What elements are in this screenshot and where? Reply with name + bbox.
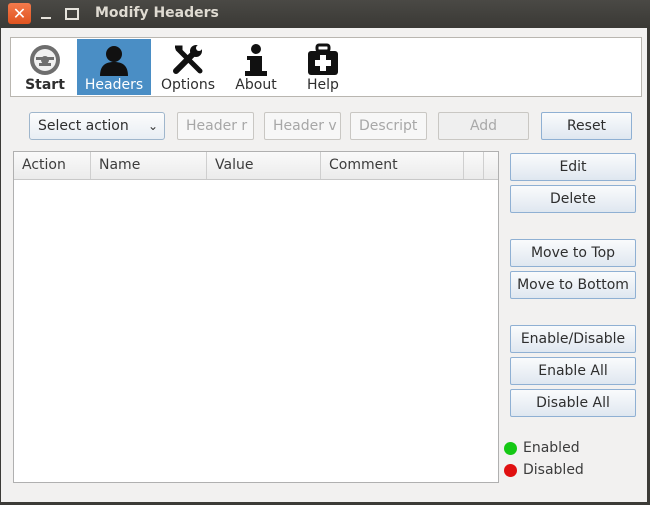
legend-disabled-label: Disabled	[523, 462, 584, 478]
tab-options-label: Options	[160, 77, 216, 93]
enabled-status-icon	[504, 442, 517, 455]
tab-start-label: Start	[25, 77, 65, 93]
table-header: Action Name Value Comment	[14, 152, 498, 180]
main-window: Start Headers Options About Help Select …	[1, 28, 649, 502]
action-select-value: Select action	[38, 118, 129, 134]
first-aid-kit-icon	[308, 43, 338, 75]
delete-button[interactable]: Delete	[510, 185, 636, 213]
add-button[interactable]: Add	[438, 112, 529, 140]
edit-button[interactable]: Edit	[510, 153, 636, 181]
toolbar: Start Headers Options About Help	[10, 37, 642, 97]
tab-about[interactable]: About	[225, 39, 287, 95]
move-to-top-button[interactable]: Move to Top	[510, 239, 636, 267]
close-window-button[interactable]: ✕	[8, 3, 31, 24]
tab-options[interactable]: Options	[155, 39, 221, 95]
tab-about-label: About	[235, 77, 277, 93]
tab-headers-label: Headers	[84, 77, 144, 93]
column-header-name[interactable]: Name	[91, 152, 207, 179]
tools-icon	[173, 45, 203, 74]
minimize-icon	[41, 16, 51, 19]
column-header-comment[interactable]: Comment	[321, 152, 464, 179]
header-entry-row: Select action ⌄ Header r Header v Descri…	[1, 112, 647, 144]
info-icon	[245, 44, 267, 76]
enable-all-button[interactable]: Enable All	[510, 357, 636, 385]
enable-disable-button[interactable]: Enable/Disable	[510, 325, 636, 353]
minimize-window-button[interactable]	[36, 3, 56, 24]
reset-button[interactable]: Reset	[541, 112, 632, 140]
window-title: Modify Headers	[95, 5, 219, 21]
header-name-input[interactable]: Header r	[177, 112, 254, 140]
move-to-bottom-button[interactable]: Move to Bottom	[510, 271, 636, 299]
column-header-extra	[464, 152, 484, 179]
tab-help-label: Help	[307, 77, 339, 93]
headers-table[interactable]: Action Name Value Comment	[13, 151, 499, 483]
tab-headers[interactable]: Headers	[77, 39, 151, 95]
start-icon	[30, 45, 60, 75]
disable-all-button[interactable]: Disable All	[510, 389, 636, 417]
column-header-value[interactable]: Value	[207, 152, 321, 179]
maximize-icon	[65, 7, 79, 20]
tab-start[interactable]: Start	[14, 39, 76, 95]
legend-enabled-label: Enabled	[523, 440, 580, 456]
maximize-window-button[interactable]	[62, 3, 82, 24]
disabled-status-icon	[504, 464, 517, 477]
chevron-down-icon: ⌄	[147, 119, 158, 133]
header-value-input[interactable]: Header v	[264, 112, 341, 140]
tab-help[interactable]: Help	[292, 39, 354, 95]
title-bar: ✕ Modify Headers	[0, 0, 650, 28]
user-icon	[100, 46, 128, 76]
column-header-action[interactable]: Action	[14, 152, 91, 179]
action-select[interactable]: Select action ⌄	[29, 112, 165, 140]
description-input[interactable]: Descript	[350, 112, 427, 140]
